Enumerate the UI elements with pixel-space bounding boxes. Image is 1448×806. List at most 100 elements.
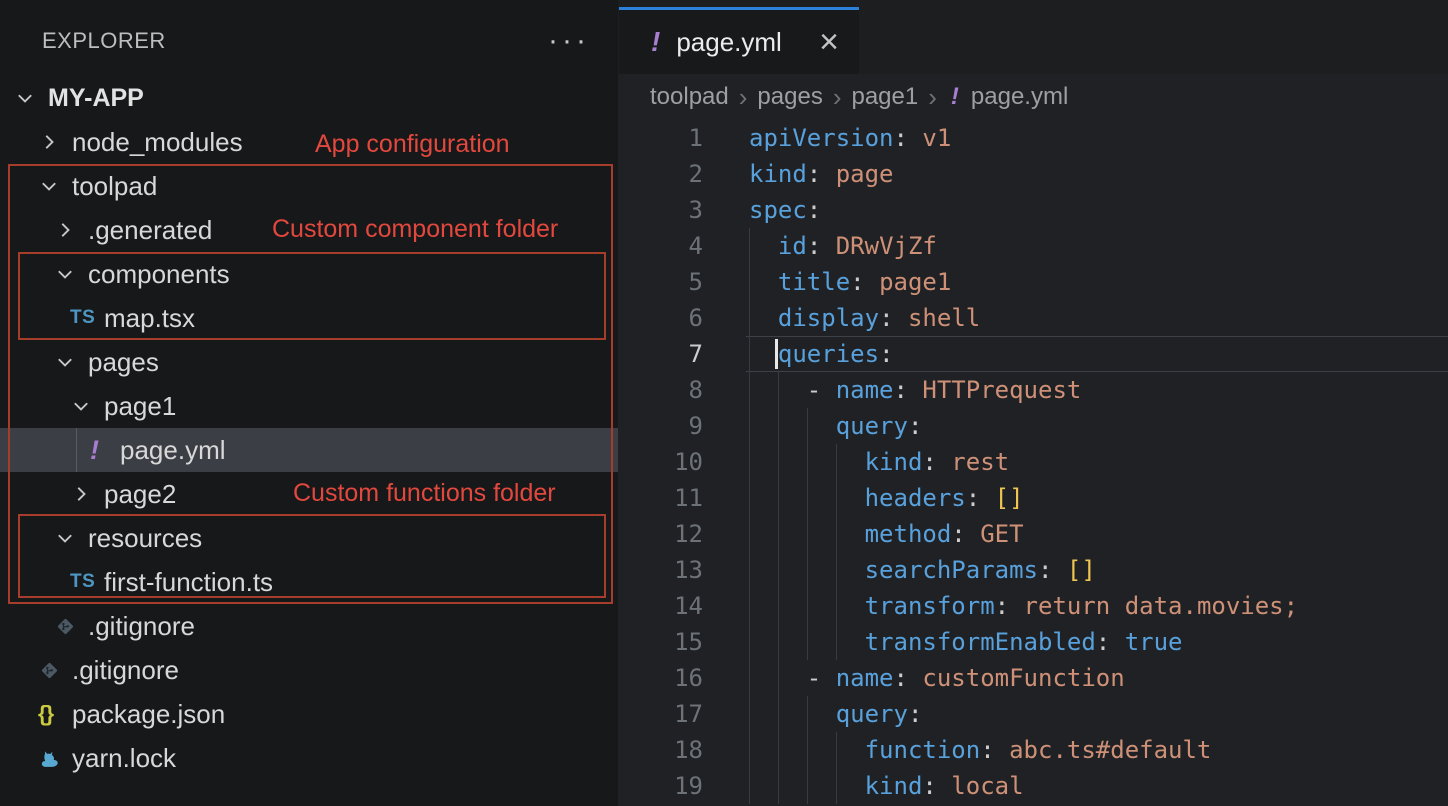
tab-page-yml[interactable]: ! page.yml × [619,7,859,74]
indent-guide [836,480,837,516]
tree-folder-toolpad[interactable]: toolpad [0,164,618,208]
line-number[interactable]: 7 [618,336,703,372]
code-line-2[interactable]: 2 kind: page [618,156,1448,192]
indent-guide [807,696,808,732]
code-line-10[interactable]: 10 kind: rest [618,444,1448,480]
line-number[interactable]: 14 [618,588,703,624]
code-line-7[interactable]: 7 queries: [618,336,1448,372]
chevron-down-icon[interactable] [38,175,60,197]
line-content: kind: page [749,156,894,192]
tree-item-label: .generated [88,215,212,246]
indent-guide [749,264,750,300]
line-content: method: GET [749,516,1024,552]
line-number[interactable]: 17 [618,696,703,732]
tree-file-map-tsx[interactable]: TS map.tsx [0,296,618,340]
tree-folder-components[interactable]: components [0,252,618,296]
tree-file--gitignore[interactable]: .gitignore [0,648,618,692]
tree-folder-page1[interactable]: page1 [0,384,618,428]
line-number[interactable]: 16 [618,660,703,696]
breadcrumb-item-pages[interactable]: pages [757,83,822,111]
tree-folder--generated[interactable]: .generated [0,208,618,252]
chevron-right-icon[interactable] [38,131,60,153]
typescript-file-icon: TS [70,307,95,329]
indent-guide [778,732,779,768]
code-line-17[interactable]: 17 query: [618,696,1448,732]
tree-folder-pages[interactable]: pages [0,340,618,384]
tree-folder-node-modules[interactable]: node_modules [0,120,618,164]
line-number[interactable]: 12 [618,516,703,552]
indent-guide [836,552,837,588]
line-number[interactable]: 10 [618,444,703,480]
line-number[interactable]: 9 [618,408,703,444]
indent-guide [778,516,779,552]
indent-guide [836,588,837,624]
line-number[interactable]: 4 [618,228,703,264]
more-actions-icon[interactable]: ··· [548,36,590,46]
code-line-19[interactable]: 19 kind: local [618,768,1448,804]
indent-guide [807,768,808,804]
code-line-11[interactable]: 11 headers: [] [618,480,1448,516]
code-line-16[interactable]: 16 - name: customFunction [618,660,1448,696]
line-content: - name: customFunction [749,660,1125,696]
code-line-3[interactable]: 3spec: [618,192,1448,228]
explorer-sidebar: EXPLORER ··· MY-APP node_modulestoolpad.… [0,0,618,806]
tree-item-label: map.tsx [104,303,195,334]
tree-file--gitignore[interactable]: .gitignore [0,604,618,648]
chevron-right-icon[interactable] [54,219,76,241]
code-line-1[interactable]: 1apiVersion: v1 [618,120,1448,156]
chevron-down-icon[interactable] [54,351,76,373]
tree-item-label: package.json [72,699,225,730]
line-number[interactable]: 2 [618,156,703,192]
breadcrumb-separator: › [823,82,852,113]
line-number[interactable]: 19 [618,768,703,804]
tree-file-first-function-ts[interactable]: TSfirst-function.ts [0,560,618,604]
code-line-15[interactable]: 15 transformEnabled: true [618,624,1448,660]
code-line-18[interactable]: 18 function: abc.ts#default [618,732,1448,768]
line-content: kind: local [749,768,1024,804]
tab-bar: ! page.yml × [618,0,1448,74]
code-line-14[interactable]: 14 transform: return data.movies; [618,588,1448,624]
code-line-9[interactable]: 9 query: [618,408,1448,444]
tree-file-page-yml[interactable]: !page.yml [0,428,618,472]
line-number[interactable]: 6 [618,300,703,336]
line-number[interactable]: 18 [618,732,703,768]
indent-guide [749,372,750,408]
code-line-5[interactable]: 5 title: page1 [618,264,1448,300]
indent-guide [778,408,779,444]
indent-guide [749,660,750,696]
chevron-down-icon[interactable] [54,263,76,285]
close-tab-icon[interactable]: × [815,27,843,57]
line-number[interactable]: 13 [618,552,703,588]
line-number[interactable]: 8 [618,372,703,408]
breadcrumb-separator: › [918,82,947,113]
indent-guide [778,624,779,660]
breadcrumb-item-toolpad[interactable]: toolpad [650,83,729,111]
code-line-6[interactable]: 6 display: shell [618,300,1448,336]
line-number[interactable]: 11 [618,480,703,516]
tree-folder-resources[interactable]: resources [0,516,618,560]
chevron-right-icon[interactable] [70,483,92,505]
chevron-down-icon[interactable] [54,527,76,549]
line-number[interactable]: 15 [618,624,703,660]
tree-item-label: .gitignore [88,611,195,642]
code-editor[interactable]: 1apiVersion: v12 kind: page3spec:4 id: DR… [618,120,1448,804]
chevron-down-icon[interactable] [70,395,92,417]
tree-file-yarn-lock[interactable]: yarn.lock [0,736,618,780]
chevron-down-icon[interactable] [14,87,48,109]
line-number[interactable]: 5 [618,264,703,300]
code-line-8[interactable]: 8 - name: HTTPrequest [618,372,1448,408]
yaml-file-icon: ! [647,26,660,58]
tree-item-label: toolpad [72,171,157,202]
tree-item-label: yarn.lock [72,743,176,774]
breadcrumb-item-file[interactable]: page.yml [971,83,1068,111]
tree-file-package-json[interactable]: {}package.json [0,692,618,736]
code-line-13[interactable]: 13 searchParams: [] [618,552,1448,588]
yaml-file-icon: ! [947,83,959,111]
tree-folder-page2[interactable]: page2 [0,472,618,516]
workspace-root-row[interactable]: MY-APP [0,76,618,120]
code-line-12[interactable]: 12 method: GET [618,516,1448,552]
breadcrumb-item-page1[interactable]: page1 [851,83,918,111]
code-line-4[interactable]: 4 id: DRwVjZf [618,228,1448,264]
line-number[interactable]: 1 [618,120,703,156]
line-number[interactable]: 3 [618,192,703,228]
